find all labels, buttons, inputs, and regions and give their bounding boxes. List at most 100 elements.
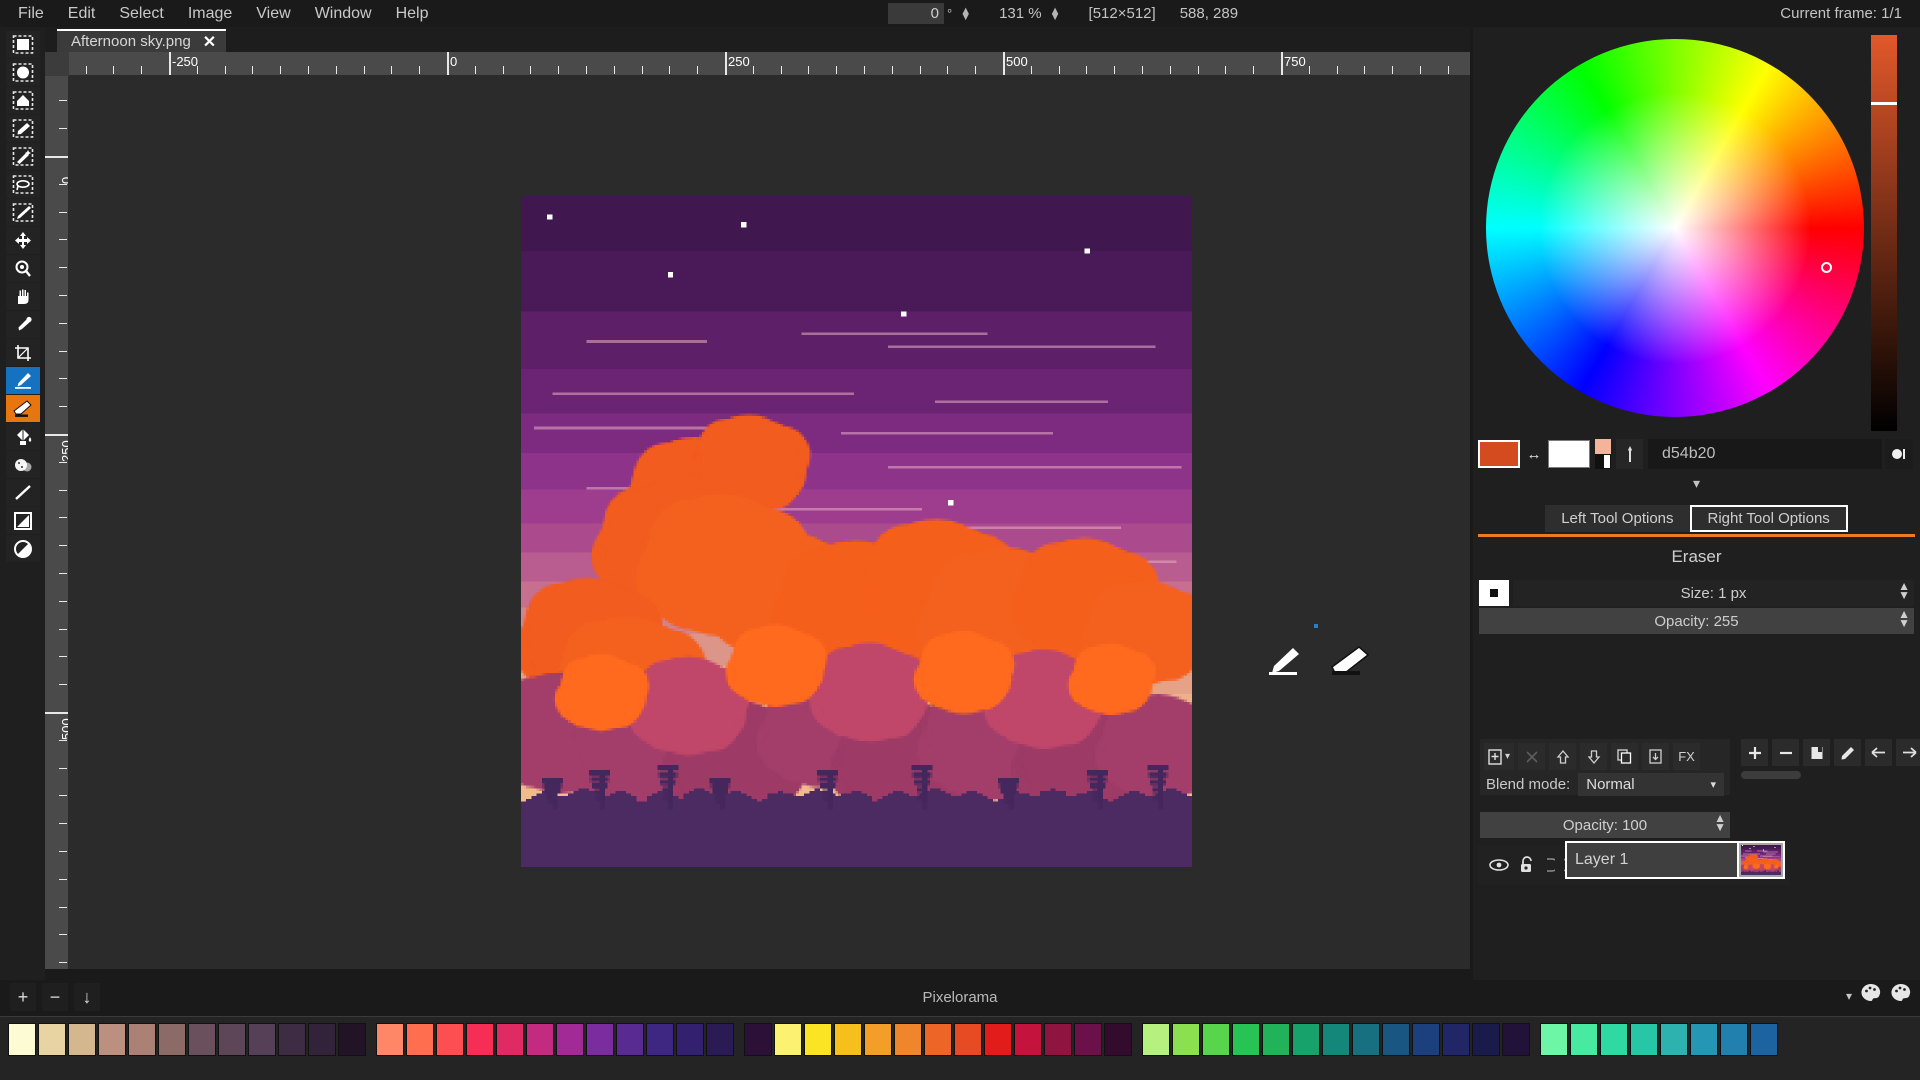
primary-color-swatch[interactable] bbox=[1478, 440, 1520, 468]
palette-swatch[interactable] bbox=[1014, 1023, 1042, 1056]
palette-swatch[interactable] bbox=[984, 1023, 1012, 1056]
artwork-canvas[interactable] bbox=[521, 196, 1192, 867]
rotation-input[interactable]: 0 bbox=[888, 3, 944, 24]
crop-tool[interactable] bbox=[6, 339, 40, 366]
palette-swatch[interactable] bbox=[1630, 1023, 1658, 1056]
palette-manage-icon[interactable] bbox=[1890, 983, 1912, 1008]
chevron-down-icon[interactable]: ▾ bbox=[1505, 751, 1510, 762]
menu-image[interactable]: Image bbox=[176, 3, 244, 25]
palette-swatch[interactable] bbox=[248, 1023, 276, 1056]
palette-swatch[interactable] bbox=[308, 1023, 336, 1056]
ellipse-select-tool[interactable] bbox=[6, 59, 40, 86]
palette-swatch[interactable] bbox=[744, 1023, 772, 1056]
palette-swatch[interactable] bbox=[804, 1023, 832, 1056]
size-stepper-icon[interactable]: ▲▼ bbox=[1898, 582, 1910, 600]
palette-swatch[interactable] bbox=[1044, 1023, 1072, 1056]
visibility-eye-icon[interactable] bbox=[1488, 858, 1510, 872]
ellipse-tool[interactable] bbox=[6, 535, 40, 562]
palette-swatch[interactable] bbox=[894, 1023, 922, 1056]
tool-opacity-slider[interactable]: Opacity: 255 ▲▼ bbox=[1479, 608, 1914, 634]
hex-input[interactable]: d54b20 bbox=[1648, 439, 1882, 469]
palette-swatch[interactable] bbox=[834, 1023, 862, 1056]
menu-file[interactable]: File bbox=[6, 3, 56, 25]
palette-swatch[interactable] bbox=[676, 1023, 704, 1056]
color-picker-tool[interactable] bbox=[6, 311, 40, 338]
palette-swatch[interactable] bbox=[1750, 1023, 1778, 1056]
palette-swatch[interactable] bbox=[1262, 1023, 1290, 1056]
tab-afternoon-sky[interactable]: Afternoon sky.png ✕ bbox=[57, 29, 226, 52]
previous-frame-button[interactable] bbox=[1865, 739, 1892, 766]
palette-swatch[interactable] bbox=[1502, 1023, 1530, 1056]
move-tool[interactable] bbox=[6, 227, 40, 254]
palette-swatch[interactable] bbox=[466, 1023, 494, 1056]
remove-frame-button[interactable] bbox=[1772, 739, 1799, 766]
brush-preview-button[interactable] bbox=[1479, 580, 1509, 606]
vertical-ruler[interactable]: 0250500 bbox=[45, 76, 69, 969]
blend-mode-select[interactable]: Normal ▾ bbox=[1578, 773, 1724, 796]
zoom-stepper-icon[interactable]: ▲▼ bbox=[1050, 8, 1061, 20]
alpha-toggle-icon[interactable] bbox=[1885, 439, 1913, 469]
layer-name-input[interactable]: Layer 1 bbox=[1565, 841, 1745, 879]
polygon-select-tool[interactable] bbox=[6, 87, 40, 114]
pencil-tool[interactable] bbox=[6, 367, 40, 394]
palette-swatch[interactable] bbox=[278, 1023, 306, 1056]
next-frame-button[interactable] bbox=[1896, 739, 1920, 766]
move-layer-up-button[interactable] bbox=[1549, 743, 1576, 770]
palette-swatch[interactable] bbox=[1074, 1023, 1102, 1056]
palette-swatch[interactable] bbox=[218, 1023, 246, 1056]
palette-swatch[interactable] bbox=[924, 1023, 952, 1056]
rectangle-select-tool[interactable] bbox=[6, 31, 40, 58]
merge-layer-button[interactable] bbox=[1642, 743, 1669, 770]
chevron-down-icon[interactable]: ▾ bbox=[1473, 475, 1920, 492]
palette-swatch[interactable] bbox=[1412, 1023, 1440, 1056]
add-layer-button[interactable]: ▾ bbox=[1484, 743, 1514, 770]
palette-swatch[interactable] bbox=[1442, 1023, 1470, 1056]
palette-swatch[interactable] bbox=[98, 1023, 126, 1056]
palette-swatch[interactable] bbox=[1600, 1023, 1628, 1056]
layer-thumbnail[interactable] bbox=[1737, 841, 1785, 879]
palette-swatch[interactable] bbox=[616, 1023, 644, 1056]
palette-swatch[interactable] bbox=[774, 1023, 802, 1056]
palette-swatch[interactable] bbox=[1720, 1023, 1748, 1056]
palette-sort-button[interactable]: ↓ bbox=[74, 983, 100, 1011]
pan-tool[interactable] bbox=[6, 283, 40, 310]
tab-right-tool-options[interactable]: Right Tool Options bbox=[1690, 505, 1848, 532]
value-slider-handle[interactable] bbox=[1871, 102, 1897, 105]
eraser-tool[interactable] bbox=[6, 395, 40, 422]
palette-swatch[interactable] bbox=[586, 1023, 614, 1056]
color-select-tool[interactable] bbox=[6, 115, 40, 142]
palette-remove-button[interactable]: − bbox=[42, 983, 68, 1011]
horizontal-ruler[interactable]: -2500250500750 bbox=[45, 52, 1470, 76]
zoom-tool[interactable] bbox=[6, 255, 40, 282]
palette-swatch[interactable] bbox=[8, 1023, 36, 1056]
palette-swatch[interactable] bbox=[1540, 1023, 1568, 1056]
rectangle-tool[interactable] bbox=[6, 507, 40, 534]
palette-swatch[interactable] bbox=[1382, 1023, 1410, 1056]
palette-swatch-grid[interactable] bbox=[8, 1023, 1912, 1056]
move-layer-down-button[interactable] bbox=[1580, 743, 1607, 770]
recent-colors[interactable] bbox=[1595, 439, 1611, 469]
palette-swatch[interactable] bbox=[496, 1023, 524, 1056]
palette-swatch[interactable] bbox=[1292, 1023, 1320, 1056]
swap-colors-icon[interactable]: ↔ bbox=[1520, 446, 1548, 463]
menu-select[interactable]: Select bbox=[107, 3, 175, 25]
secondary-color-swatch[interactable] bbox=[1548, 440, 1590, 468]
size-slider[interactable]: Size: 1 px ▲▼ bbox=[1513, 580, 1914, 606]
palette-swatch[interactable] bbox=[436, 1023, 464, 1056]
lock-icon[interactable] bbox=[1516, 856, 1538, 874]
palette-swatch[interactable] bbox=[1232, 1023, 1260, 1056]
delete-layer-button[interactable] bbox=[1518, 743, 1545, 770]
clone-layer-button[interactable] bbox=[1611, 743, 1638, 770]
color-picker-icon[interactable] bbox=[1616, 439, 1643, 469]
lasso-select-tool[interactable] bbox=[6, 171, 40, 198]
menu-help[interactable]: Help bbox=[384, 3, 441, 25]
bucket-tool[interactable] bbox=[6, 423, 40, 450]
palette-preset-icon[interactable] bbox=[1860, 983, 1882, 1008]
layer-opacity-stepper-icon[interactable]: ▲▼ bbox=[1714, 814, 1726, 832]
effects-button[interactable]: FX bbox=[1673, 743, 1700, 770]
line-tool[interactable] bbox=[6, 479, 40, 506]
palette-swatch[interactable] bbox=[188, 1023, 216, 1056]
palette-swatch[interactable] bbox=[706, 1023, 734, 1056]
palette-swatch[interactable] bbox=[338, 1023, 366, 1056]
palette-swatch[interactable] bbox=[68, 1023, 96, 1056]
